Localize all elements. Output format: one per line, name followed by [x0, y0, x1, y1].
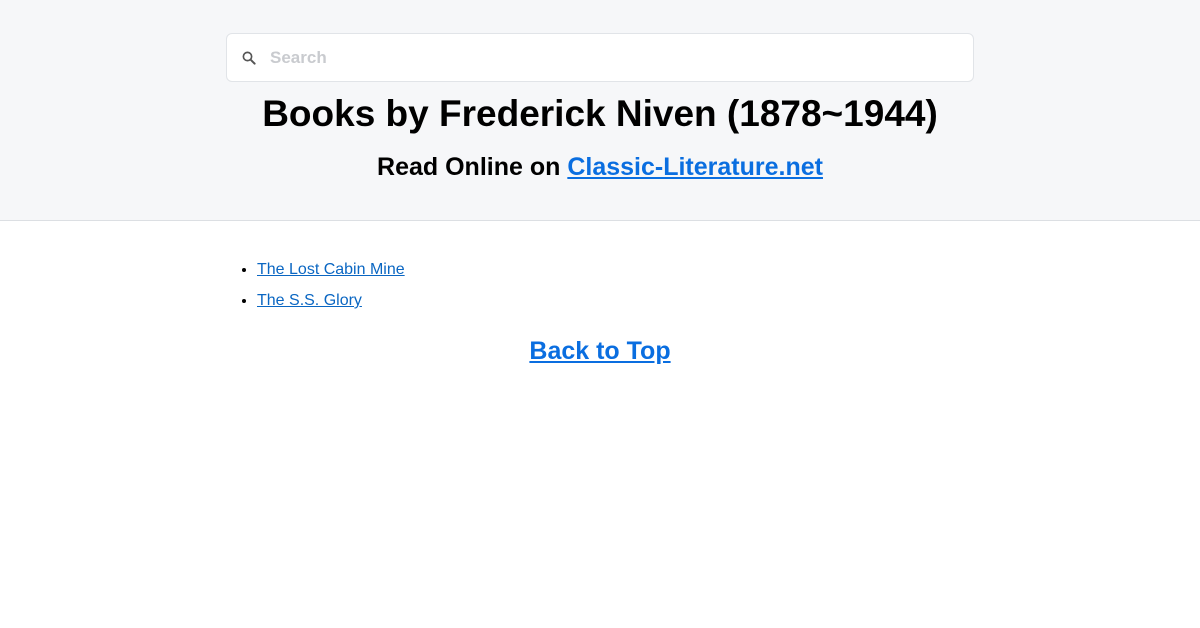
page-title: Books by Frederick Niven (1878~1944) — [262, 93, 938, 134]
book-list: The Lost Cabin Mine The S.S. Glory — [257, 254, 405, 316]
back-to-top-container: Back to Top — [0, 335, 1200, 367]
list-item: The S.S. Glory — [257, 285, 405, 316]
list-item: The Lost Cabin Mine — [257, 254, 405, 285]
search-input[interactable] — [270, 44, 960, 72]
book-link-ss-glory[interactable]: The S.S. Glory — [257, 292, 362, 309]
page-header: Books by Frederick Niven (1878~1944) Rea… — [0, 0, 1200, 221]
subtitle-prefix: Read Online on — [377, 153, 568, 181]
page-subtitle: Read Online on Classic-Literature.net — [0, 151, 1200, 183]
site-link[interactable]: Classic-Literature.net — [567, 153, 823, 181]
search-icon — [242, 51, 256, 65]
search-box[interactable] — [226, 33, 974, 82]
back-to-top-link[interactable]: Back to Top — [529, 337, 670, 365]
book-link-lost-cabin-mine[interactable]: The Lost Cabin Mine — [257, 261, 405, 278]
